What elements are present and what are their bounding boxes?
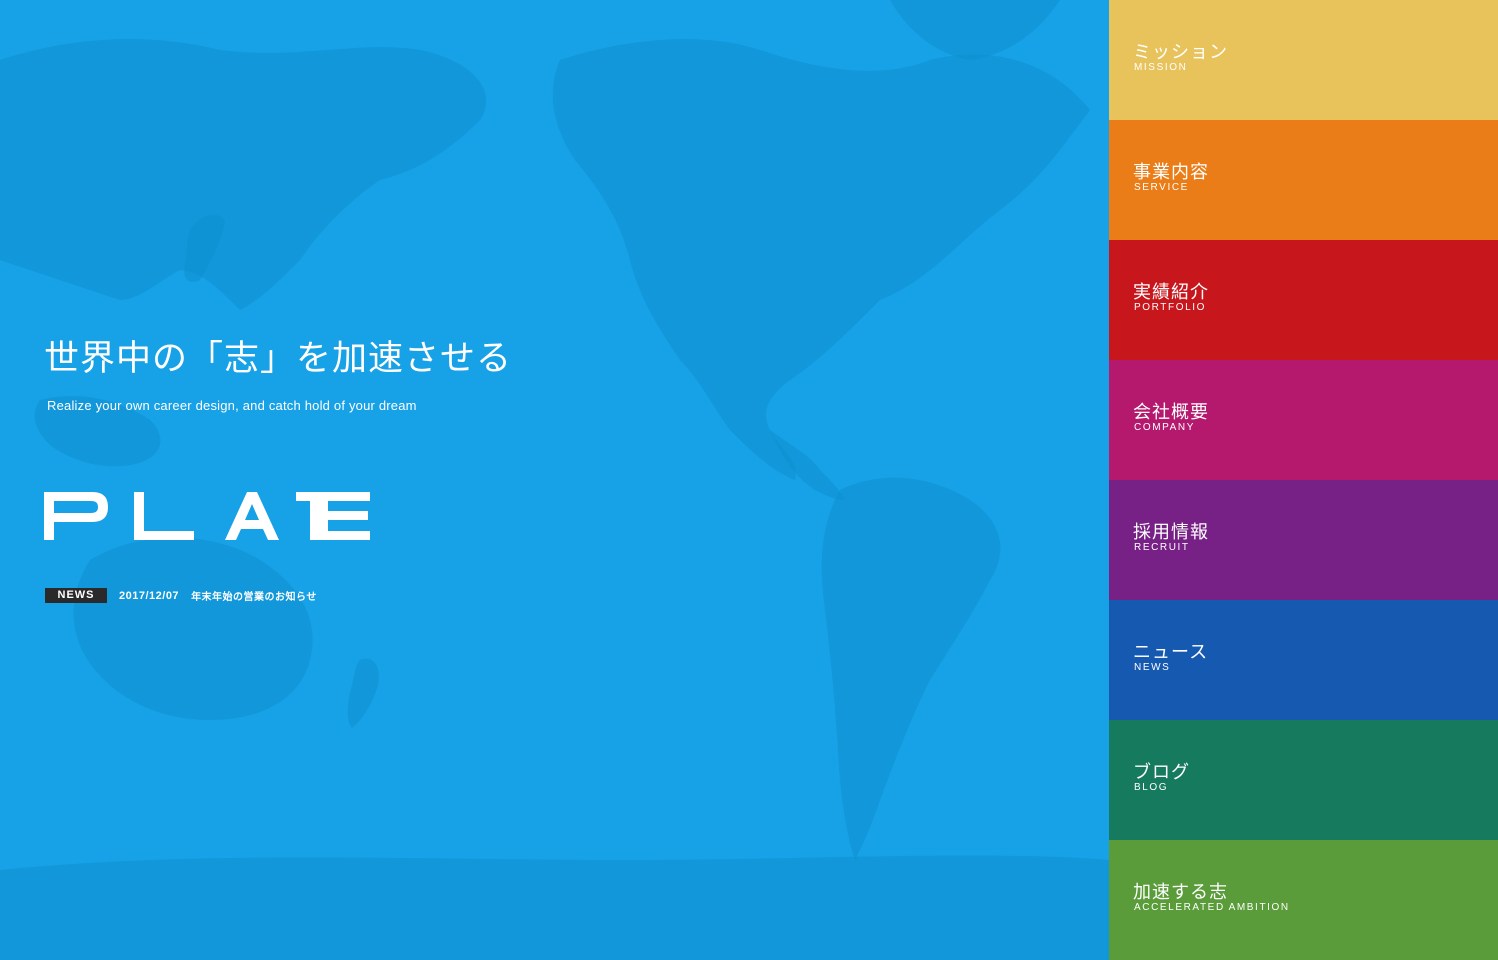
- news-ticker[interactable]: NEWS 2017/12/07 年末年始の営業のお知らせ: [45, 588, 317, 603]
- nav-item-mission[interactable]: ミッション MISSION: [1109, 0, 1498, 120]
- nav-item-blog[interactable]: ブログ BLOG: [1109, 720, 1498, 840]
- nav-item-news[interactable]: ニュース NEWS: [1109, 600, 1498, 720]
- nav-item-service[interactable]: 事業内容 SERVICE: [1109, 120, 1498, 240]
- news-date: 2017/12/07: [119, 589, 180, 602]
- nav-label-ja: ミッション: [1133, 42, 1228, 63]
- nav-label-en: MISSION: [1134, 62, 1188, 73]
- hero-subline: Realize your own career design, and catc…: [47, 398, 417, 413]
- hero-headline: 世界中の「志」を加速させる: [44, 339, 513, 379]
- nav-label-ja: ニュース: [1133, 642, 1209, 663]
- nav-label-ja: 事業内容: [1133, 162, 1209, 183]
- nav-item-portfolio[interactable]: 実績紹介 PORTFOLIO: [1109, 240, 1498, 360]
- page: 世界中の「志」を加速させる Realize your own career de…: [0, 0, 1498, 960]
- hero-section: 世界中の「志」を加速させる Realize your own career de…: [0, 0, 1109, 960]
- nav-item-recruit[interactable]: 採用情報 RECRUIT: [1109, 480, 1498, 600]
- news-badge: NEWS: [45, 588, 107, 603]
- plate-logo[interactable]: [44, 492, 370, 540]
- nav-label-ja: 会社概要: [1133, 402, 1209, 423]
- side-nav: ミッション MISSION 事業内容 SERVICE 実績紹介 PORTFOLI…: [1109, 0, 1498, 960]
- world-map-background: [0, 0, 1109, 960]
- nav-label-en: RECRUIT: [1134, 542, 1190, 553]
- nav-item-accelerated-ambition[interactable]: 加速する志 ACCELERATED AMBITION: [1109, 840, 1498, 960]
- nav-label-ja: 加速する志: [1133, 882, 1228, 903]
- nav-item-company[interactable]: 会社概要 COMPANY: [1109, 360, 1498, 480]
- nav-label-en: BLOG: [1134, 782, 1169, 793]
- nav-label-ja: ブログ: [1133, 762, 1190, 783]
- nav-label-ja: 実績紹介: [1133, 282, 1209, 303]
- news-title-link[interactable]: 年末年始の営業のお知らせ: [191, 588, 317, 603]
- nav-label-en: SERVICE: [1134, 182, 1189, 193]
- nav-label-en: NEWS: [1134, 662, 1171, 673]
- nav-label-en: COMPANY: [1134, 422, 1196, 433]
- nav-label-en: ACCELERATED AMBITION: [1134, 902, 1290, 913]
- nav-label-en: PORTFOLIO: [1134, 302, 1207, 313]
- nav-label-ja: 採用情報: [1133, 522, 1209, 543]
